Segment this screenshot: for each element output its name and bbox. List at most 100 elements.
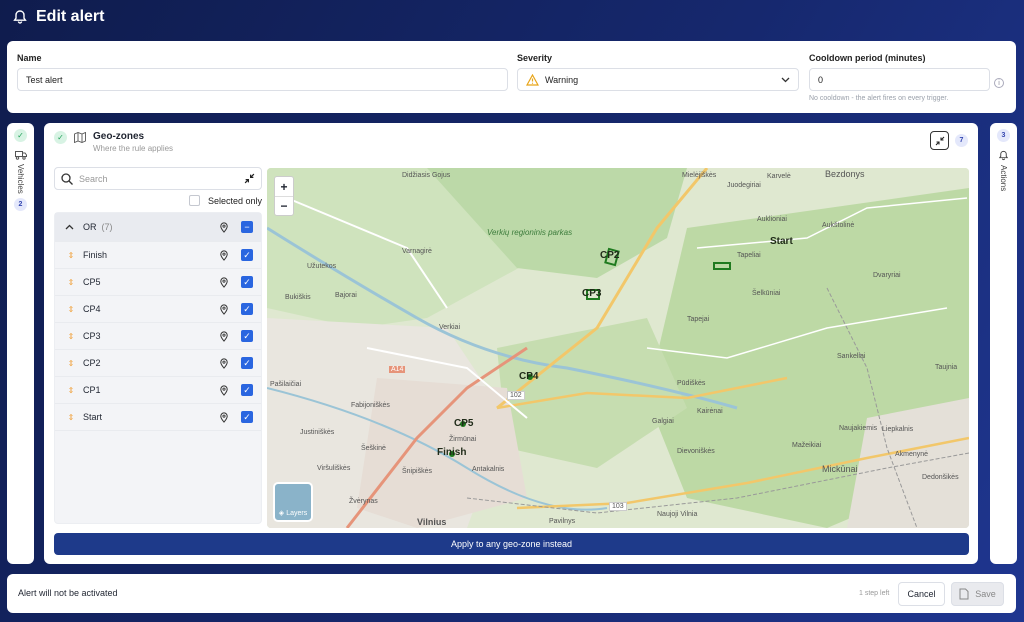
actions-rail[interactable]: 3 Actions [990,123,1017,564]
geozone-label: CP4 [83,304,101,314]
collapse-button[interactable] [930,131,949,150]
collapse-icon[interactable] [244,173,255,184]
drag-handle-icon[interactable]: ⇕ [65,413,77,422]
map-view[interactable]: CP2 CP3 CP4 CP5 Finish Start Didžiasis G… [267,168,969,528]
map-place-label: Naujoji Vilnia [657,511,698,518]
location-pin-icon[interactable] [219,357,229,369]
info-icon[interactable]: i [994,78,1004,88]
chevron-down-icon [781,77,790,82]
severity-select[interactable]: Warning [517,68,799,91]
map-place-label: Mažeikiai [792,442,822,449]
drag-handle-icon[interactable]: ⇕ [65,305,77,314]
map-icon [74,132,86,143]
map-place-label: Dedonšikės [922,474,959,481]
check-icon: ✓ [54,131,67,144]
location-pin-icon[interactable] [219,276,229,288]
map-place-label: Aukštolinė [822,222,855,229]
map-place-label: Mickūnai [822,464,858,474]
chevron-up-icon[interactable] [65,222,77,232]
zoom-in-button[interactable]: + [275,177,293,196]
location-pin-icon[interactable] [219,303,229,315]
name-label: Name [17,53,42,63]
or-group-label: OR (7) [83,222,219,232]
geozone-checkbox[interactable]: ✓ [241,330,253,342]
location-pin-icon[interactable] [219,249,229,261]
map-basemap [267,168,969,528]
name-field-group: Name Test alert [17,53,508,91]
zoom-out-button[interactable]: − [275,196,293,215]
geozone-checkbox[interactable]: ✓ [241,276,253,288]
geozones-header: ✓ Geo-zones Where the rule applies [54,131,173,153]
group-operator: OR [83,222,97,232]
geozone-checkbox[interactable]: ✓ [241,303,253,315]
zone-label-cp4[interactable]: CP4 [519,371,538,382]
cooldown-help-text: No cooldown - the alert fires on every t… [809,95,949,102]
map-place-label: Bukiškis [285,294,311,301]
severity-value: Warning [545,74,579,85]
geozone-checkbox[interactable]: ✓ [241,411,253,423]
search-input[interactable]: Search [54,167,262,190]
geozone-row[interactable]: ⇕ CP3 ✓ [55,323,261,350]
map-place-label: Liepkalnis [882,426,914,433]
save-button[interactable]: Save [951,582,1004,606]
map-place-label: Šeškinė [361,445,386,452]
geozone-checkbox[interactable]: ✓ [241,249,253,261]
cooldown-input[interactable]: 0 [809,68,990,91]
group-indeterminate-checkbox[interactable]: − [241,221,253,233]
geozone-row[interactable]: ⇕ Start ✓ [55,404,261,431]
map-place-label: Bajorai [335,292,357,299]
location-pin-icon[interactable] [219,384,229,396]
geozone-row[interactable]: ⇕ CP5 ✓ [55,269,261,296]
geozones-card: ✓ Geo-zones Where the rule applies 7 Sea… [44,123,978,564]
map-place-label: Dvaryriai [873,272,901,279]
map-place-label: Juodegiriai [727,182,761,189]
map-place-label: Viršuliškės [317,465,351,472]
zone-label-cp2[interactable]: CP2 [600,250,619,261]
drag-handle-icon[interactable]: ⇕ [65,251,77,260]
location-pin-icon[interactable] [219,330,229,342]
drag-handle-icon[interactable]: ⇕ [65,359,77,368]
warning-icon [526,73,539,86]
geozone-checkbox[interactable]: ✓ [241,384,253,396]
zone-label-cp3[interactable]: CP3 [582,288,601,299]
location-pin-icon[interactable] [219,221,229,233]
name-input[interactable]: Test alert [17,68,508,91]
layers-icon: ◈ [278,510,285,517]
drag-handle-icon[interactable]: ⇕ [65,386,77,395]
drag-handle-icon[interactable]: ⇕ [65,278,77,287]
zone-label-finish[interactable]: Finish [437,447,466,458]
geozone-checkbox[interactable]: ✓ [241,357,253,369]
geozone-label: Start [83,412,103,422]
map-place-label: Vilnius [417,517,447,527]
geozone-label: Finish [83,250,108,260]
activation-status: Alert will not be activated [18,588,118,598]
geozone-row[interactable]: ⇕ CP1 ✓ [55,377,261,404]
geozone-row[interactable]: ⇕ Finish ✓ [55,242,261,269]
zone-label-start[interactable]: Start [770,236,793,247]
geozone-row[interactable]: ⇕ CP4 ✓ [55,296,261,323]
or-group-row[interactable]: OR (7) − [55,213,261,242]
cancel-button[interactable]: Cancel [898,582,945,606]
map-place-label: Antakalnis [472,466,505,473]
zone-label-cp5[interactable]: CP5 [454,418,473,429]
map-place-label: Auklioniai [757,216,787,223]
zone-list: ⇕ Finish ✓ ⇕ CP5 ✓ ⇕ CP4 ✓ ⇕ CP3 ✓ ⇕ CP2 ✓ ⇕ CP1 ✓ ⇕ Start ✓ [55,242,261,431]
geozone-row[interactable]: ⇕ CP2 ✓ [55,350,261,377]
layers-button[interactable]: ◈ Layers [273,482,313,522]
map-place-label: Žvėrynas [349,498,378,505]
cooldown-field-group: Cooldown period (minutes) 0 No cooldown … [809,53,990,102]
selected-only-toggle[interactable]: Selected only [54,195,262,206]
alert-fields-card: Name Test alert Severity Warning Cooldow… [7,41,1016,113]
top-bar: Edit alert [0,0,1024,34]
location-pin-icon[interactable] [219,411,229,423]
map-place-label: Pavilnys [549,518,576,525]
actions-count-badge: 3 [997,129,1010,142]
apply-any-geozone-button[interactable]: Apply to any geo-zone instead [54,533,969,555]
selected-only-label: Selected only [207,195,262,206]
map-place-label: Sankeliai [837,353,866,360]
map-place-label: Verkiai [439,324,461,331]
selected-only-checkbox[interactable] [188,195,200,206]
vehicles-rail[interactable]: ✓ Vehicles 2 [7,123,34,564]
map-place-label: Justiniškės [300,429,335,436]
drag-handle-icon[interactable]: ⇕ [65,332,77,341]
